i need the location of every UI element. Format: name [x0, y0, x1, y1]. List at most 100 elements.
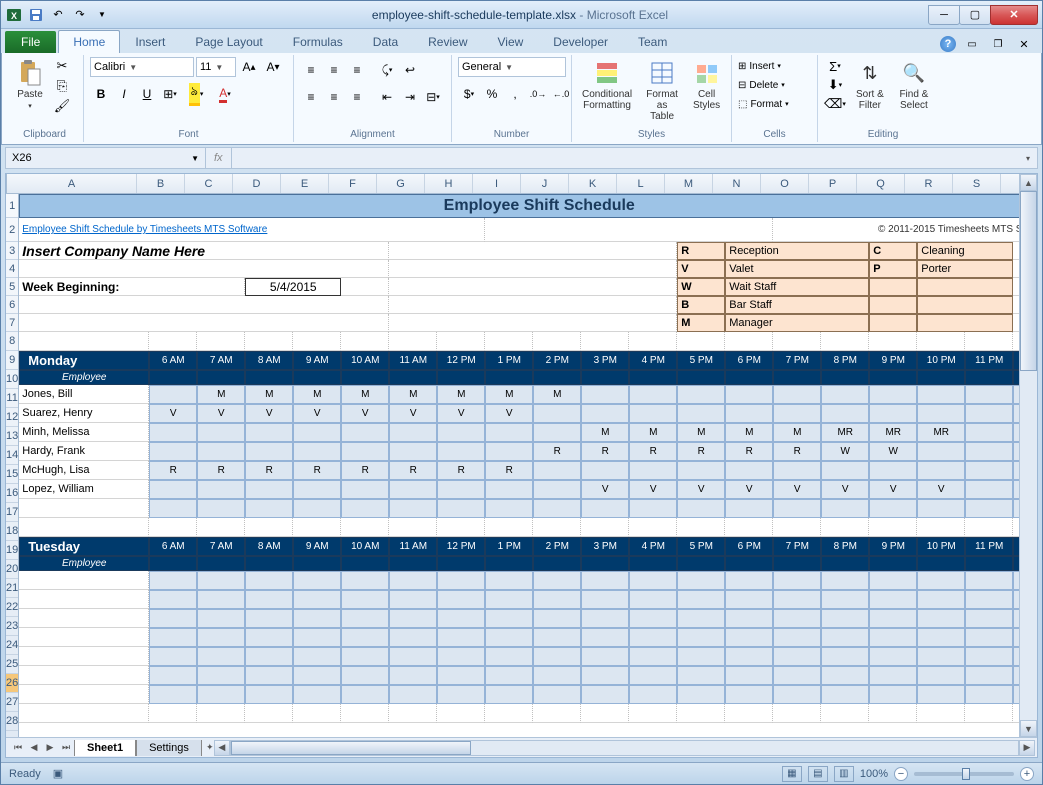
cell[interactable] — [1013, 260, 1019, 278]
hours-cell[interactable]: 0 — [1013, 666, 1019, 685]
shift-cell[interactable] — [677, 609, 725, 628]
shift-cell[interactable] — [197, 442, 245, 461]
cell[interactable] — [245, 370, 293, 385]
shift-cell[interactable] — [821, 461, 869, 480]
cell[interactable] — [773, 518, 821, 537]
cell[interactable] — [437, 556, 485, 571]
sheet-tab-sheet1[interactable]: Sheet1 — [74, 740, 136, 756]
hours-cell[interactable]: 0 — [1013, 499, 1019, 518]
shift-cell[interactable]: M — [773, 423, 821, 442]
shift-cell[interactable] — [629, 461, 677, 480]
shift-cell[interactable] — [245, 571, 293, 590]
cut-icon[interactable]: ✂ — [52, 57, 72, 75]
column-header-J[interactable]: J — [521, 174, 569, 193]
cell[interactable] — [773, 704, 821, 723]
row-header-27[interactable]: 27 — [6, 693, 18, 712]
cell[interactable] — [581, 556, 629, 571]
legend-empty[interactable] — [917, 296, 1013, 314]
row-header-24[interactable]: 24 — [6, 636, 18, 655]
cell[interactable] — [245, 332, 293, 351]
cell[interactable] — [629, 704, 677, 723]
shift-cell[interactable] — [965, 628, 1013, 647]
cell[interactable] — [1013, 278, 1019, 296]
shift-cell[interactable] — [965, 571, 1013, 590]
cell[interactable] — [389, 518, 437, 537]
shift-cell[interactable] — [149, 423, 197, 442]
page-break-view-icon[interactable]: ▥ — [834, 766, 854, 782]
shift-cell[interactable] — [293, 628, 341, 647]
shift-cell[interactable]: V — [725, 480, 773, 499]
cell[interactable] — [437, 332, 485, 351]
ribbon-tab-insert[interactable]: Insert — [120, 30, 180, 53]
time-header[interactable]: 12 PM — [437, 351, 485, 370]
shift-cell[interactable] — [533, 423, 581, 442]
fill-color-button[interactable]: ঌ▾ — [182, 84, 210, 104]
cell[interactable] — [1013, 370, 1019, 385]
ribbon-tab-view[interactable]: View — [483, 30, 539, 53]
cell[interactable] — [149, 370, 197, 385]
cell[interactable] — [965, 518, 1013, 537]
shift-cell[interactable] — [677, 571, 725, 590]
shift-cell[interactable] — [149, 666, 197, 685]
cell[interactable] — [821, 370, 869, 385]
shift-cell[interactable] — [965, 442, 1013, 461]
shift-cell[interactable] — [389, 590, 437, 609]
namebox-dropdown-icon[interactable]: ▼ — [191, 154, 199, 163]
shift-cell[interactable] — [389, 499, 437, 518]
cell[interactable] — [197, 704, 245, 723]
cell[interactable] — [389, 260, 677, 278]
hours-cell[interactable]: 8 — [1013, 423, 1019, 442]
shift-cell[interactable] — [149, 385, 197, 404]
shift-cell[interactable] — [581, 647, 629, 666]
legend-name[interactable]: Manager — [725, 314, 869, 332]
cell[interactable] — [917, 332, 965, 351]
cell[interactable] — [965, 332, 1013, 351]
shift-cell[interactable] — [197, 685, 245, 704]
shift-cell[interactable] — [245, 499, 293, 518]
legend-name[interactable]: Wait Staff — [725, 278, 869, 296]
time-header[interactable]: 8 AM — [245, 351, 293, 370]
shift-cell[interactable]: V — [293, 404, 341, 423]
cell[interactable] — [437, 518, 485, 537]
column-header-F[interactable]: F — [329, 174, 377, 193]
tab-nav-next-icon[interactable]: ▶ — [42, 740, 58, 756]
cell[interactable] — [389, 556, 437, 571]
shift-cell[interactable] — [389, 628, 437, 647]
shift-cell[interactable] — [965, 404, 1013, 423]
shift-cell[interactable] — [677, 666, 725, 685]
row-header-19[interactable]: 19 — [6, 541, 18, 560]
shift-cell[interactable] — [773, 628, 821, 647]
border-button[interactable]: ⊞▾ — [159, 84, 181, 104]
shift-cell[interactable] — [341, 647, 389, 666]
font-name-combo[interactable]: Calibri▼ — [90, 57, 194, 77]
hours-cell[interactable]: 0 — [1013, 647, 1019, 666]
hours-header[interactable]: Hours — [1013, 537, 1019, 556]
shift-cell[interactable]: R — [677, 442, 725, 461]
shift-cell[interactable] — [437, 685, 485, 704]
maximize-button[interactable]: ▢ — [959, 5, 991, 25]
cell[interactable] — [1013, 314, 1019, 332]
shift-cell[interactable]: R — [725, 442, 773, 461]
shift-cell[interactable] — [677, 590, 725, 609]
scroll-right-icon[interactable]: ▶ — [1019, 740, 1035, 756]
column-header-O[interactable]: O — [761, 174, 809, 193]
time-header[interactable]: 3 PM — [581, 537, 629, 556]
save-icon[interactable] — [27, 6, 45, 24]
shift-cell[interactable] — [917, 590, 965, 609]
comma-button[interactable]: , — [504, 84, 526, 104]
time-header[interactable]: 9 AM — [293, 351, 341, 370]
column-header-Q[interactable]: Q — [857, 174, 905, 193]
shift-cell[interactable] — [677, 685, 725, 704]
shift-cell[interactable] — [341, 423, 389, 442]
align-middle-icon[interactable]: ≡ — [323, 60, 345, 80]
column-header-G[interactable]: G — [377, 174, 425, 193]
shift-cell[interactable] — [869, 628, 917, 647]
shift-cell[interactable] — [437, 666, 485, 685]
ribbon-tab-page-layout[interactable]: Page Layout — [180, 30, 277, 53]
shift-cell[interactable]: V — [485, 404, 533, 423]
legend-empty[interactable] — [869, 314, 917, 332]
font-size-combo[interactable]: 11▼ — [196, 57, 236, 77]
cell[interactable] — [437, 370, 485, 385]
template-link[interactable]: Employee Shift Schedule by Timesheets MT… — [19, 218, 485, 242]
cell[interactable] — [437, 704, 485, 723]
